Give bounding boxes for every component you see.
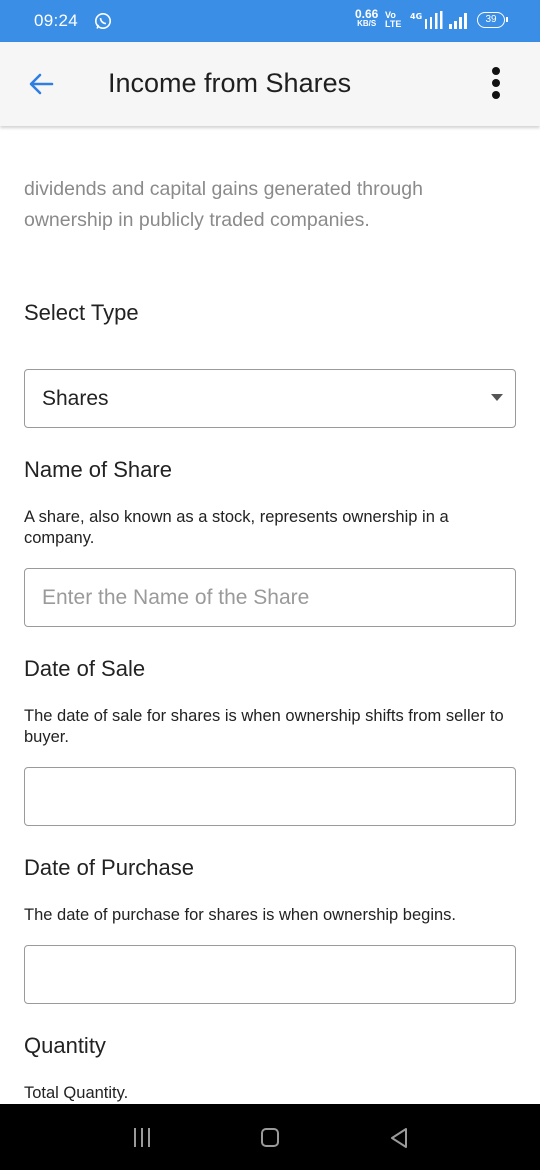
system-nav-bar — [0, 1104, 540, 1170]
volte-bottom: LTE — [385, 19, 402, 29]
name-of-share-placeholder: Enter the Name of the Share — [42, 586, 310, 609]
date-of-sale-hint: The date of sale for shares is when owne… — [24, 707, 504, 746]
date-of-sale-label: Date of Sale — [24, 656, 146, 681]
date-of-purchase-label: Date of Purchase — [24, 855, 194, 880]
select-type-dropdown[interactable]: Shares — [24, 369, 516, 428]
status-time: 09:24 — [34, 11, 79, 30]
arrow-left-icon[interactable] — [22, 64, 62, 104]
net-speed-unit: KB/S — [357, 19, 377, 28]
dropdown-arrow-icon — [491, 394, 503, 401]
name-of-share-hint: A share, also known as a stock, represen… — [24, 508, 449, 547]
page-description: dividends and capital gains generated th… — [24, 178, 423, 231]
date-of-purchase-input[interactable] — [24, 945, 516, 1004]
date-of-purchase-hint: The date of purchase for shares is when … — [24, 906, 456, 924]
menu-icon[interactable] — [133, 1128, 151, 1147]
date-of-sale-input[interactable] — [24, 767, 516, 826]
status-bar: 09:24 0.66 KB/S Vo LTE 4G 39 — [0, 0, 540, 42]
home-icon[interactable] — [261, 1128, 279, 1147]
quantity-label: Quantity — [24, 1033, 106, 1058]
page-title: Income from Shares — [108, 68, 352, 98]
signal-icon — [449, 13, 467, 29]
select-type-label: Select Type — [24, 300, 139, 325]
lte-signal-icon: 4G — [410, 11, 443, 29]
battery-icon: 39 — [477, 12, 508, 28]
name-of-share-label: Name of Share — [24, 457, 172, 482]
net-speed-value: 0.66 — [355, 7, 379, 21]
quantity-hint: Total Quantity. — [24, 1084, 129, 1102]
network-type-label: 4G — [410, 12, 422, 21]
select-type-value: Shares — [42, 387, 109, 410]
back-triangle-icon[interactable] — [389, 1127, 409, 1149]
net-speed: 0.66 KB/S — [355, 7, 379, 28]
more-vert-icon[interactable] — [478, 64, 514, 106]
name-of-share-input[interactable]: Enter the Name of the Share — [24, 568, 516, 627]
whatsapp-icon — [95, 13, 111, 29]
volte-indicator: Vo LTE — [385, 11, 401, 29]
app-bar: Income from Shares — [0, 42, 540, 126]
